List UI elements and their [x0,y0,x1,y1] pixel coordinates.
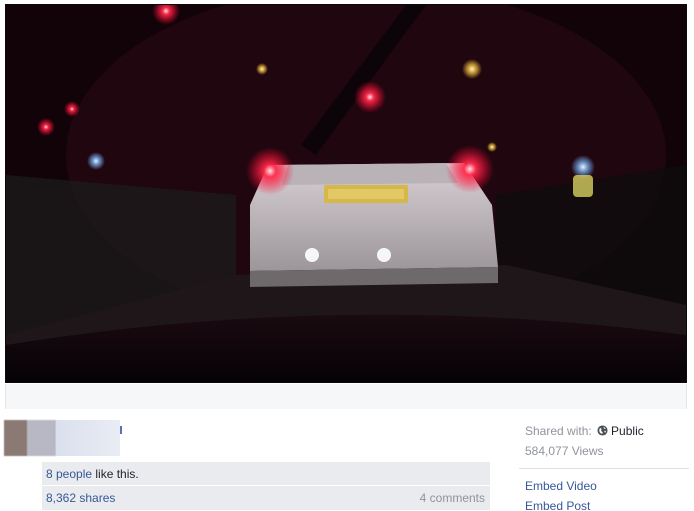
avatar[interactable] [4,420,56,456]
divider [519,468,689,469]
shares-link[interactable]: 8,362 shares [46,486,115,510]
shared-with: Shared with: Public [525,424,644,438]
video-frame [6,5,686,382]
embed-video-link[interactable]: Embed Video [525,479,597,493]
shares-comments-row: 8,362 shares 4 comments [42,486,490,510]
likes-summary: 8 people like this. [42,462,490,486]
video-controls-bar [5,384,687,409]
likes-suffix: like this. [92,467,139,481]
embed-post-link[interactable]: Embed Post [525,499,590,511]
view-count: 584,077 Views [525,444,604,458]
globe-icon [597,425,608,436]
audience-public[interactable]: Public [611,424,644,438]
video-player[interactable] [5,4,687,383]
comments-link[interactable]: 4 comments [420,486,485,510]
likes-people-link[interactable]: 8 people [46,467,92,481]
engagement-panel: 8 people like this. 8,362 shares 4 comme… [42,462,490,510]
shared-with-label: Shared with: [525,424,592,438]
poster-name-redacted[interactable] [56,420,120,456]
redaction-mark [120,426,122,434]
facebook-video-post: 8 people like this. 8,362 shares 4 comme… [0,0,694,511]
